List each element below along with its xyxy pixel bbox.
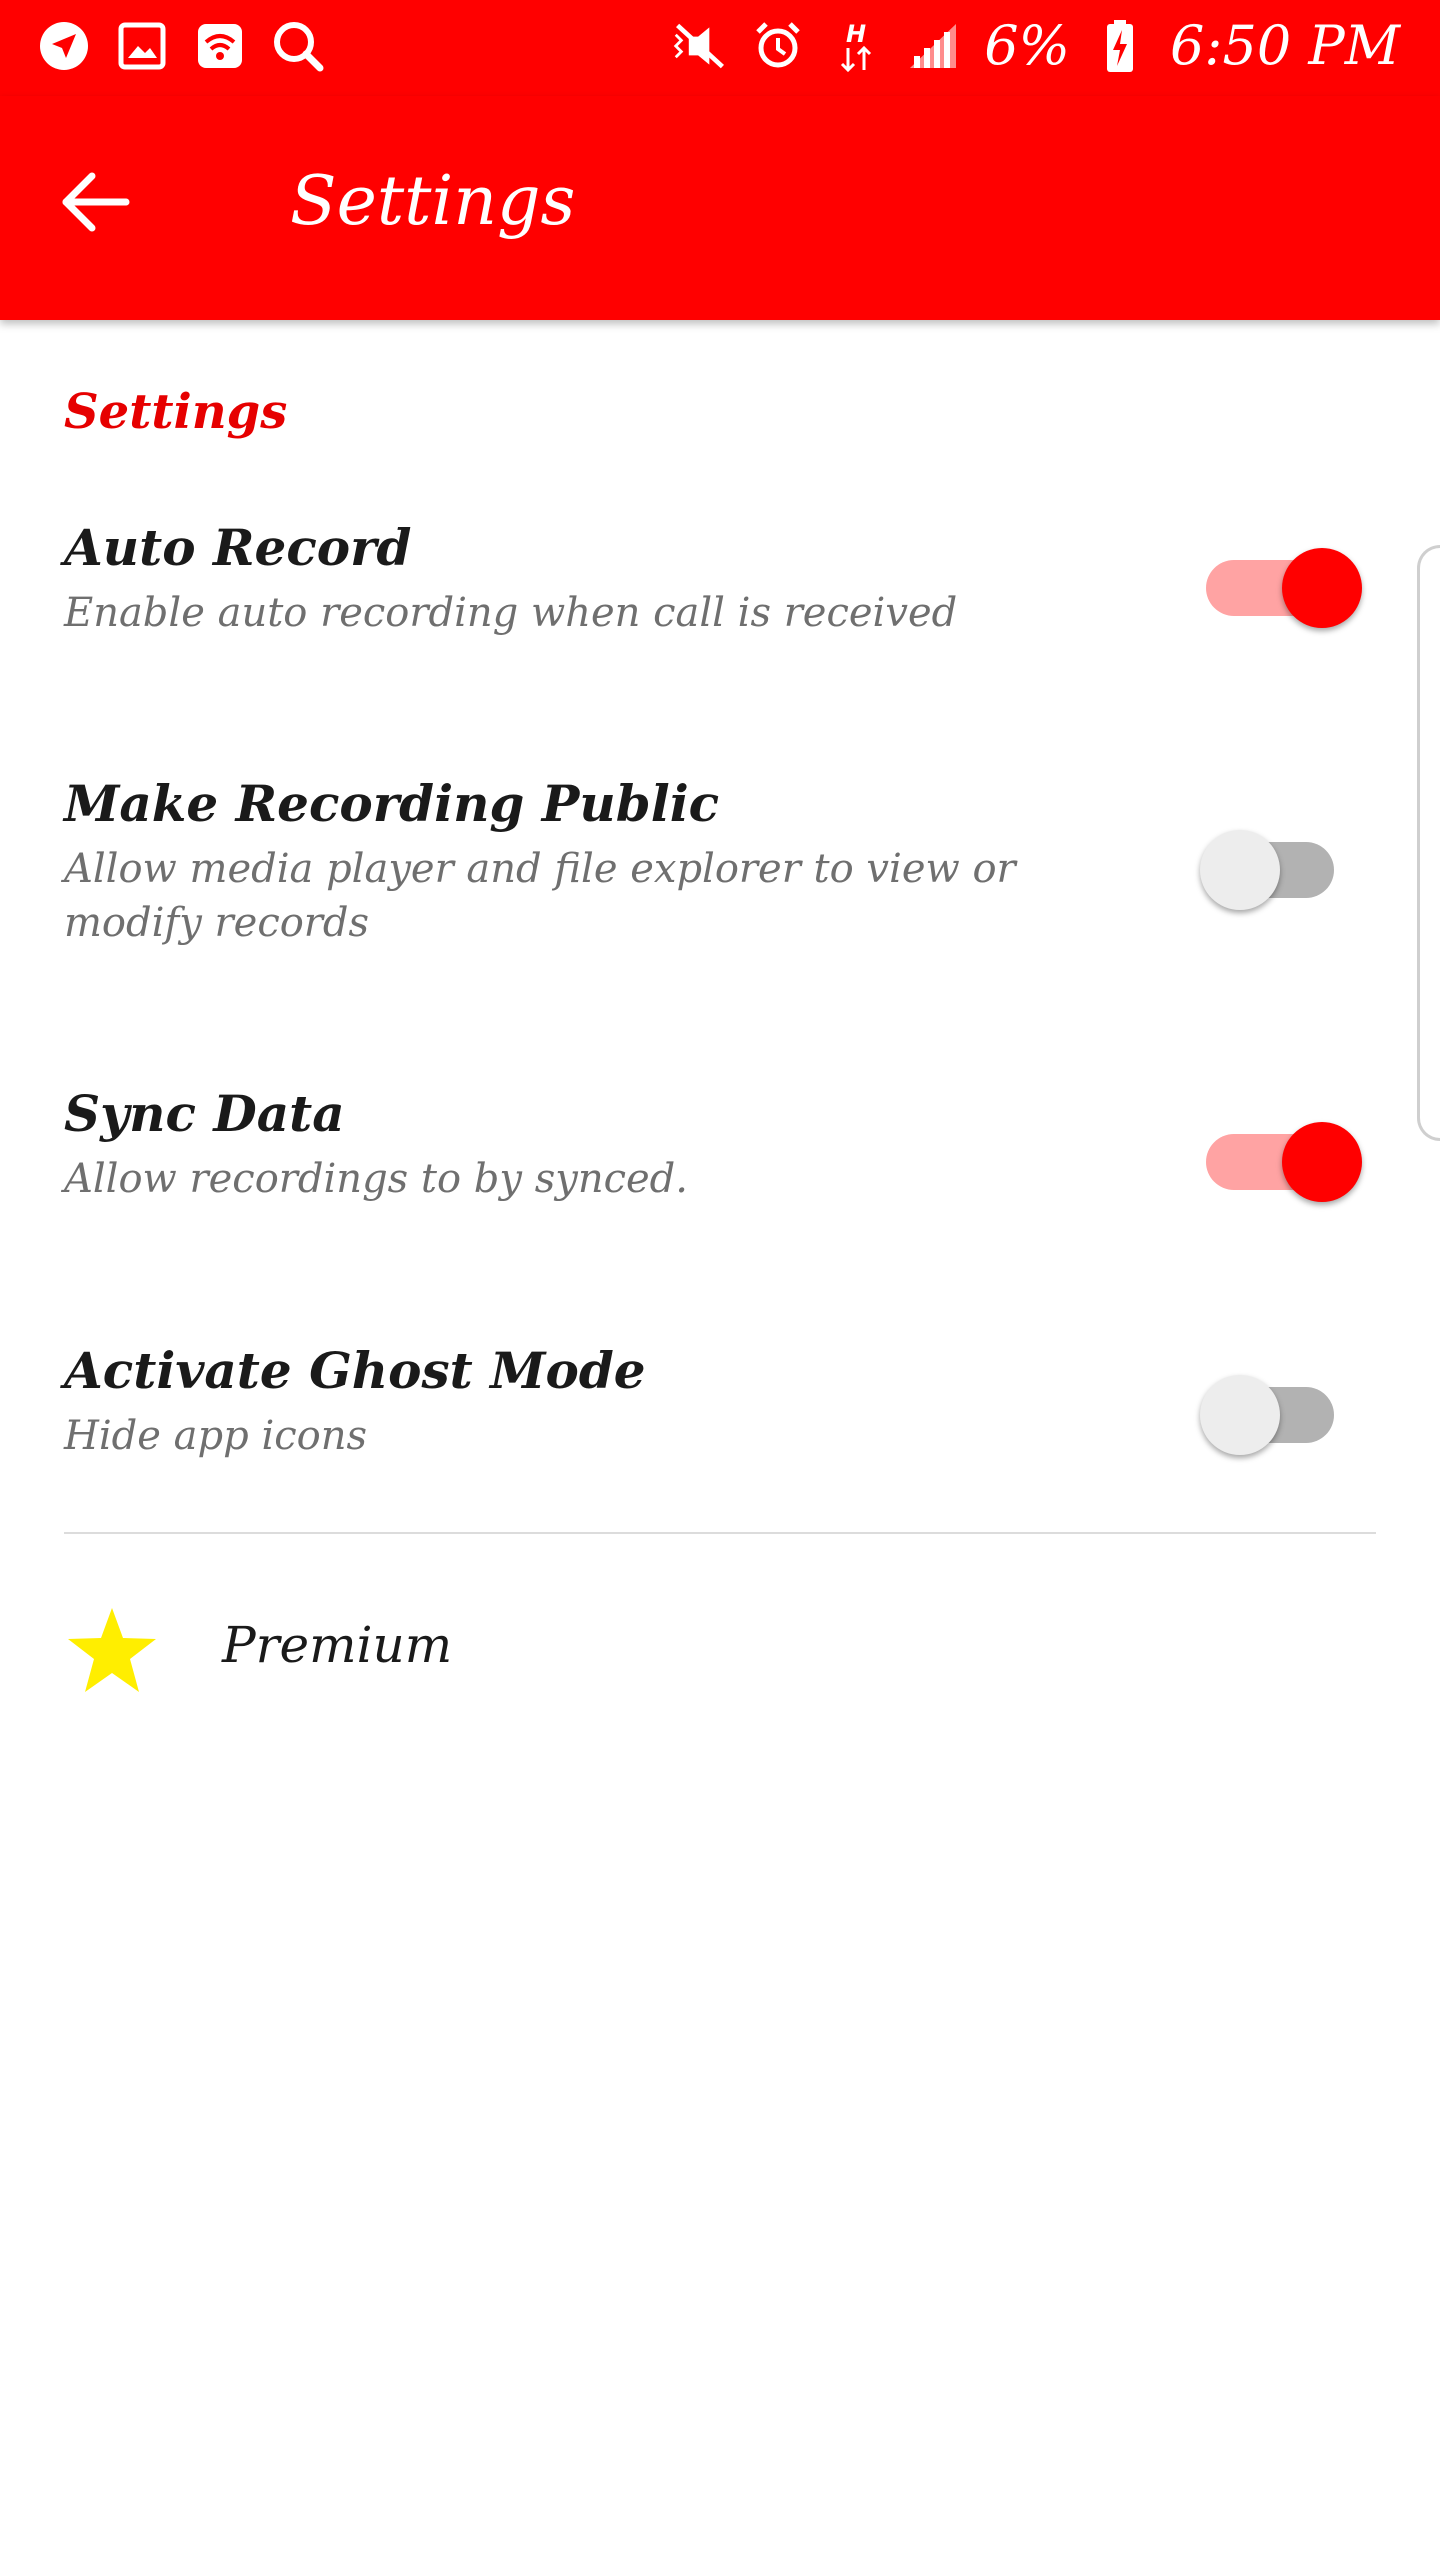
arrow-back-icon[interactable] (56, 162, 136, 242)
premium-label: Premium (222, 1616, 453, 1674)
star-icon (64, 1602, 160, 1698)
status-bar: H 6% 6:50 PM (0, 0, 1440, 96)
battery-charging-icon (1092, 18, 1148, 74)
status-system-icons: H 6% 6:50 PM (672, 14, 1400, 77)
signal-icon (906, 18, 962, 74)
mute-icon (672, 18, 728, 74)
pref-summary: Allow recordings to by synced. (64, 1156, 688, 1202)
pref-summary: Hide app icons (64, 1413, 368, 1459)
gallery-icon (114, 18, 170, 74)
svg-text:H: H (846, 20, 866, 48)
auto-record-switch[interactable] (1200, 532, 1362, 628)
pref-sync-data[interactable]: Sync Data Allow recordings to by synced. (0, 1070, 1440, 1260)
switch-thumb (1282, 1122, 1362, 1202)
search-icon (270, 18, 326, 74)
pref-title: Make Recording Public (64, 774, 720, 833)
divider (64, 1532, 1376, 1534)
switch-thumb (1282, 548, 1362, 628)
navigation-icon (36, 18, 92, 74)
data-arrows-icon: H (828, 18, 884, 74)
pref-make-recording-public[interactable]: Make Recording Public Allow media player… (0, 760, 1440, 990)
section-header: Settings (64, 384, 288, 440)
make-recording-public-switch[interactable] (1200, 814, 1340, 910)
pref-activate-ghost-mode[interactable]: Activate Ghost Mode Hide app icons (0, 1325, 1440, 1515)
pref-title: Auto Record (64, 518, 412, 577)
sync-data-switch[interactable] (1200, 1106, 1362, 1202)
pref-summary: Allow media player and file explorer to … (64, 846, 1016, 946)
switch-thumb (1200, 1375, 1280, 1455)
alarm-icon (750, 18, 806, 74)
status-time: 6:50 PM (1169, 14, 1400, 77)
app-bar: Settings (0, 96, 1440, 320)
pref-title: Activate Ghost Mode (64, 1341, 646, 1400)
switch-thumb (1200, 830, 1280, 910)
page-title: Settings (290, 162, 576, 241)
battery-percent: 6% (984, 14, 1070, 77)
pref-auto-record[interactable]: Auto Record Enable auto recording when c… (0, 500, 1440, 700)
status-notification-icons (36, 18, 326, 74)
premium-item[interactable]: Premium (0, 1590, 1440, 1710)
wifi-hotspot-icon (192, 18, 248, 74)
edge-panel-handle[interactable] (1417, 545, 1440, 1141)
activate-ghost-mode-switch[interactable] (1200, 1359, 1340, 1455)
pref-title: Sync Data (64, 1084, 345, 1143)
pref-summary: Enable auto recording when call is recei… (64, 590, 958, 636)
